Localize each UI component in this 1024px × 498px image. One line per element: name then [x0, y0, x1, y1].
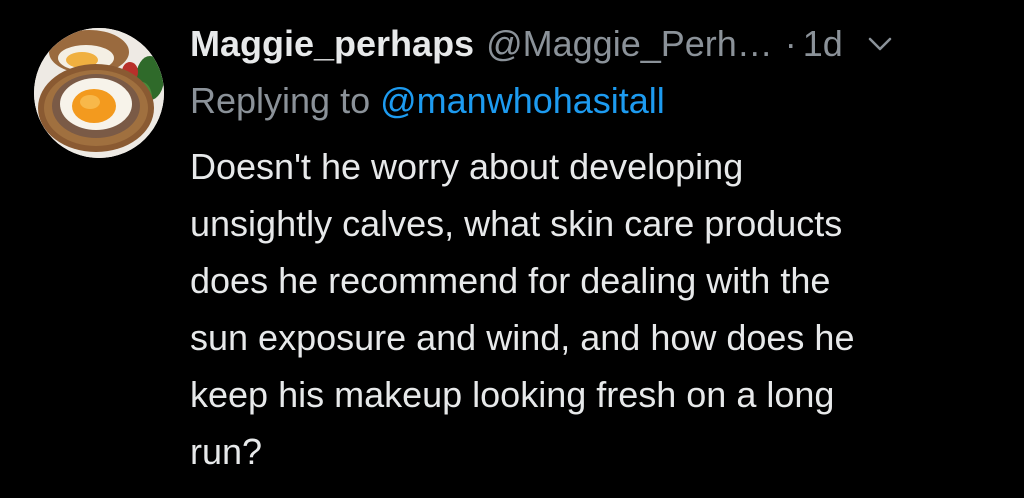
- tweet-text-line: unsightly calves, what skin care product…: [190, 203, 843, 244]
- tweet-text: Doesn't he worry about developing unsigh…: [190, 138, 990, 480]
- tweet-text-line: Doesn't he worry about developing: [190, 146, 744, 187]
- tweet-header: Maggie_perhaps @Maggie_Perh… · 1d: [190, 22, 895, 66]
- tweet-text-line: run?: [190, 431, 263, 472]
- more-menu-button[interactable]: [865, 29, 895, 59]
- tweet-text-line: sun exposure and wind, and how does he: [190, 317, 855, 358]
- reply-prefix: Replying to: [190, 80, 371, 121]
- separator-dot: ·: [784, 23, 797, 64]
- user-handle[interactable]: @Maggie_Perh…: [486, 23, 773, 65]
- tweet: Maggie_perhaps @Maggie_Perh… · 1d Replyi…: [0, 0, 1024, 498]
- scotch-egg-photo: [34, 28, 164, 158]
- reply-mention-link[interactable]: @manwhohasitall: [380, 80, 665, 121]
- chevron-down-icon: [868, 37, 892, 51]
- avatar[interactable]: [34, 28, 164, 158]
- tweet-text-line: does he recommend for dealing with the: [190, 260, 831, 301]
- display-name[interactable]: Maggie_perhaps: [190, 23, 474, 65]
- tweet-text-line: keep his makeup looking fresh on a long: [190, 374, 835, 415]
- reply-context: Replying to @manwhohasitall: [190, 80, 665, 122]
- timestamp[interactable]: 1d: [803, 23, 843, 65]
